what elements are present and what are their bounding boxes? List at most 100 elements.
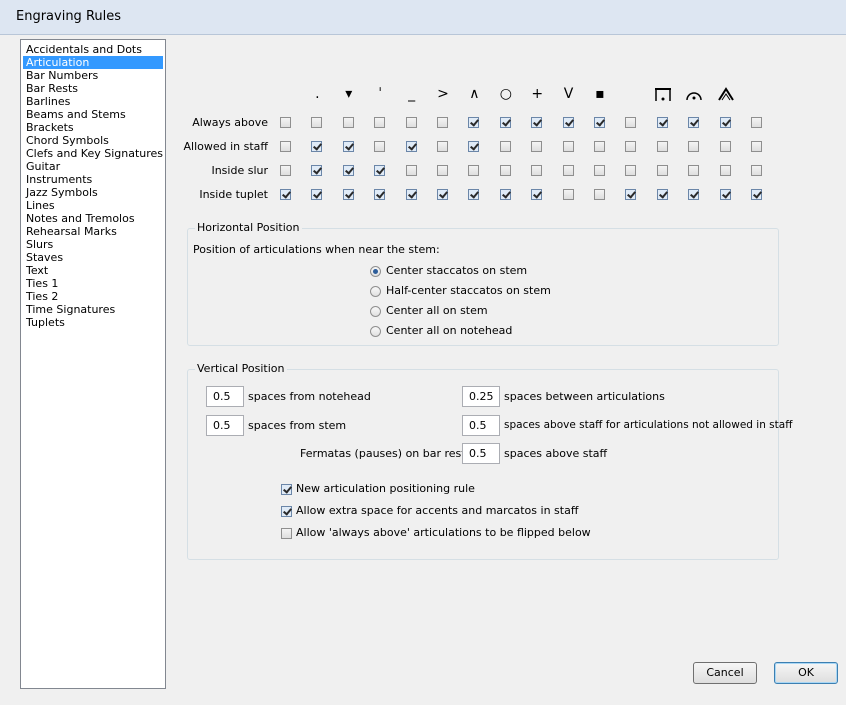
- articulation-checkbox[interactable]: [720, 117, 731, 128]
- articulation-checkbox[interactable]: [720, 165, 731, 176]
- category-item[interactable]: Guitar: [23, 160, 163, 173]
- above-staff-not-allowed-input[interactable]: 0.5: [462, 415, 500, 436]
- articulation-checkbox[interactable]: [688, 141, 699, 152]
- articulation-checkbox[interactable]: [563, 141, 574, 152]
- category-item[interactable]: Tuplets: [23, 316, 163, 329]
- articulation-checkbox[interactable]: [343, 117, 354, 128]
- vertical-option-checkbox[interactable]: [281, 506, 292, 517]
- between-articulations-input[interactable]: 0.25: [462, 386, 500, 407]
- articulation-checkbox[interactable]: [751, 117, 762, 128]
- articulation-checkbox[interactable]: [311, 141, 322, 152]
- category-item[interactable]: Chord Symbols: [23, 134, 163, 147]
- category-item[interactable]: Time Signatures: [23, 303, 163, 316]
- articulation-checkbox[interactable]: [751, 189, 762, 200]
- articulation-checkbox[interactable]: [311, 165, 322, 176]
- category-item[interactable]: Ties 2: [23, 290, 163, 303]
- articulation-checkbox[interactable]: [311, 117, 322, 128]
- articulation-checkbox[interactable]: [500, 141, 511, 152]
- category-item[interactable]: Accidentals and Dots: [23, 43, 163, 56]
- articulation-checkbox[interactable]: [751, 141, 762, 152]
- horizontal-position-radio[interactable]: [370, 286, 381, 297]
- articulation-checkbox[interactable]: [657, 165, 668, 176]
- articulation-checkbox[interactable]: [720, 189, 731, 200]
- fermatas-input[interactable]: 0.5: [462, 443, 500, 464]
- from-notehead-input[interactable]: 0.5: [206, 386, 244, 407]
- horizontal-position-radio[interactable]: [370, 266, 381, 277]
- articulation-checkbox[interactable]: [406, 141, 417, 152]
- articulation-checkbox[interactable]: [374, 117, 385, 128]
- articulation-checkbox[interactable]: [468, 117, 479, 128]
- articulation-checkbox[interactable]: [437, 141, 448, 152]
- articulation-checkbox[interactable]: [688, 165, 699, 176]
- articulation-checkbox[interactable]: [594, 141, 605, 152]
- category-item[interactable]: Articulation: [23, 56, 163, 69]
- articulation-checkbox[interactable]: [343, 141, 354, 152]
- vertical-option-checkbox[interactable]: [281, 528, 292, 539]
- articulation-checkbox[interactable]: [625, 141, 636, 152]
- category-item[interactable]: Jazz Symbols: [23, 186, 163, 199]
- articulation-checkbox[interactable]: [657, 189, 668, 200]
- articulation-checkbox[interactable]: [720, 141, 731, 152]
- articulation-checkbox[interactable]: [280, 117, 291, 128]
- articulation-checkbox[interactable]: [563, 117, 574, 128]
- articulation-checkbox[interactable]: [500, 189, 511, 200]
- category-item[interactable]: Slurs: [23, 238, 163, 251]
- articulation-checkbox[interactable]: [688, 189, 699, 200]
- category-item[interactable]: Bar Numbers: [23, 69, 163, 82]
- articulation-checkbox[interactable]: [280, 189, 291, 200]
- category-item[interactable]: Rehearsal Marks: [23, 225, 163, 238]
- category-item[interactable]: Ties 1: [23, 277, 163, 290]
- category-item[interactable]: Barlines: [23, 95, 163, 108]
- articulation-checkbox[interactable]: [500, 165, 511, 176]
- articulation-checkbox[interactable]: [531, 165, 542, 176]
- articulation-checkbox[interactable]: [406, 165, 417, 176]
- articulation-checkbox[interactable]: [280, 165, 291, 176]
- articulation-checkbox[interactable]: [500, 117, 511, 128]
- articulation-checkbox[interactable]: [531, 189, 542, 200]
- articulation-checkbox[interactable]: [625, 165, 636, 176]
- articulation-checkbox[interactable]: [468, 189, 479, 200]
- from-stem-input[interactable]: 0.5: [206, 415, 244, 436]
- articulation-checkbox[interactable]: [563, 189, 574, 200]
- category-item[interactable]: Instruments: [23, 173, 163, 186]
- cancel-button[interactable]: Cancel: [693, 662, 757, 684]
- articulation-checkbox[interactable]: [437, 189, 448, 200]
- category-item[interactable]: Staves: [23, 251, 163, 264]
- articulation-checkbox[interactable]: [594, 165, 605, 176]
- articulation-checkbox[interactable]: [531, 141, 542, 152]
- articulation-checkbox[interactable]: [343, 189, 354, 200]
- category-item[interactable]: Beams and Stems: [23, 108, 163, 121]
- articulation-checkbox[interactable]: [688, 117, 699, 128]
- category-item[interactable]: Notes and Tremolos: [23, 212, 163, 225]
- category-item[interactable]: Bar Rests: [23, 82, 163, 95]
- category-list[interactable]: Accidentals and Dots Articulation Bar Numb…: [20, 39, 166, 689]
- horizontal-position-radio[interactable]: [370, 306, 381, 317]
- articulation-checkbox[interactable]: [437, 117, 448, 128]
- articulation-checkbox[interactable]: [343, 165, 354, 176]
- articulation-checkbox[interactable]: [374, 165, 385, 176]
- articulation-checkbox[interactable]: [468, 165, 479, 176]
- articulation-checkbox[interactable]: [374, 189, 385, 200]
- articulation-checkbox[interactable]: [406, 189, 417, 200]
- articulation-checkbox[interactable]: [406, 117, 417, 128]
- articulation-checkbox[interactable]: [657, 141, 668, 152]
- articulation-checkbox[interactable]: [657, 117, 668, 128]
- title-bar[interactable]: Engraving Rules: [0, 0, 846, 35]
- category-item[interactable]: Text: [23, 264, 163, 277]
- articulation-checkbox[interactable]: [280, 141, 291, 152]
- articulation-checkbox[interactable]: [594, 117, 605, 128]
- articulation-checkbox[interactable]: [437, 165, 448, 176]
- articulation-checkbox[interactable]: [594, 189, 605, 200]
- articulation-checkbox[interactable]: [751, 165, 762, 176]
- articulation-checkbox[interactable]: [374, 141, 385, 152]
- ok-button[interactable]: OK: [774, 662, 838, 684]
- articulation-checkbox[interactable]: [625, 189, 636, 200]
- articulation-checkbox[interactable]: [468, 141, 479, 152]
- horizontal-position-radio[interactable]: [370, 326, 381, 337]
- category-item[interactable]: Lines: [23, 199, 163, 212]
- articulation-checkbox[interactable]: [625, 117, 636, 128]
- articulation-checkbox[interactable]: [563, 165, 574, 176]
- articulation-checkbox[interactable]: [531, 117, 542, 128]
- category-item[interactable]: Brackets: [23, 121, 163, 134]
- category-item[interactable]: Clefs and Key Signatures: [23, 147, 163, 160]
